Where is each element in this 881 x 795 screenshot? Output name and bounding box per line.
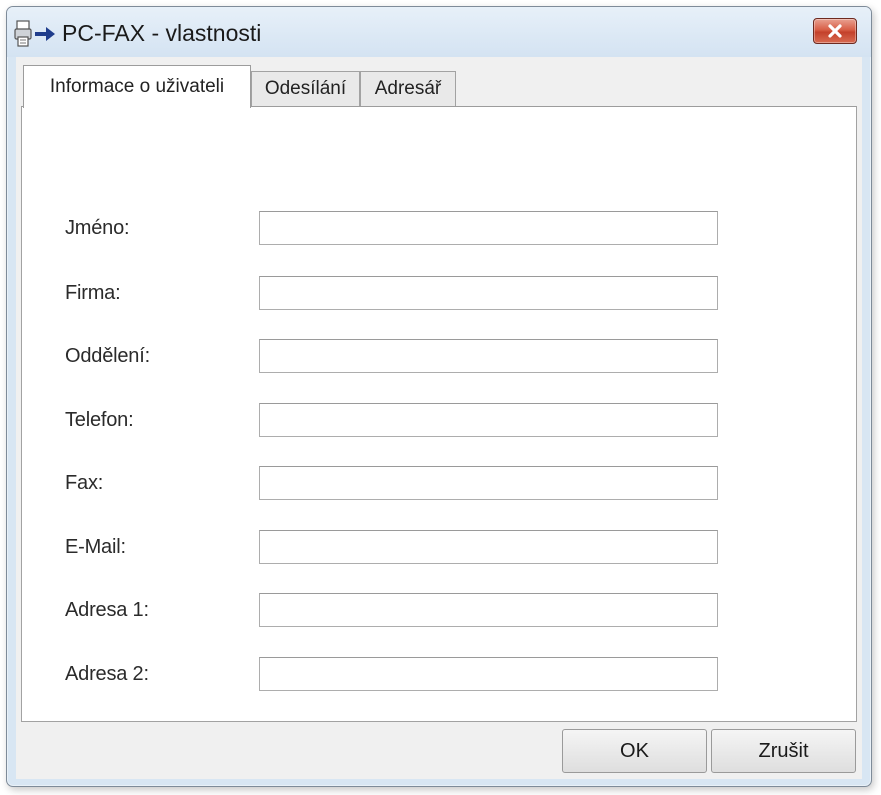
close-button[interactable]: [813, 18, 857, 44]
cancel-button[interactable]: Zrušit: [711, 729, 856, 773]
tab-label: Adresář: [374, 78, 442, 99]
phone-input[interactable]: [259, 403, 718, 437]
dialog-client-area: Informace o uživateli Odesílání Adresář …: [16, 57, 862, 779]
window-title: PC-FAX - vlastnosti: [62, 20, 262, 46]
title-bar[interactable]: PC-FAX - vlastnosti: [7, 7, 871, 57]
fax-label: Fax:: [65, 472, 104, 494]
address-1-label: Adresa 1:: [65, 599, 149, 621]
user-info-panel: Jméno: Firma: Oddělení: Telefon: Fax: E-…: [21, 106, 857, 722]
tab-sending[interactable]: Odesílání: [251, 71, 360, 106]
address-2-input[interactable]: [259, 657, 718, 691]
address-1-input[interactable]: [259, 593, 718, 627]
phone-label: Telefon:: [65, 409, 134, 431]
fax-input[interactable]: [259, 466, 718, 500]
company-input[interactable]: [259, 276, 718, 310]
dialog-window: PC-FAX - vlastnosti Informace o uživatel…: [6, 6, 872, 787]
tab-address-book[interactable]: Adresář: [360, 71, 456, 106]
email-input[interactable]: [259, 530, 718, 564]
company-label: Firma:: [65, 282, 121, 304]
name-input[interactable]: [259, 211, 718, 245]
tab-user-info[interactable]: Informace o uživateli: [23, 65, 251, 108]
department-label: Oddělení:: [65, 345, 150, 367]
name-label: Jméno:: [65, 217, 130, 239]
email-label: E-Mail:: [65, 536, 126, 558]
department-input[interactable]: [259, 339, 718, 373]
tab-label: Informace o uživateli: [49, 76, 225, 97]
close-icon: [828, 24, 842, 38]
tab-label: Odesílání: [264, 78, 347, 99]
ok-button[interactable]: OK: [562, 729, 707, 773]
fax-printer-arrow-icon: [14, 20, 55, 47]
address-2-label: Adresa 2:: [65, 663, 149, 685]
